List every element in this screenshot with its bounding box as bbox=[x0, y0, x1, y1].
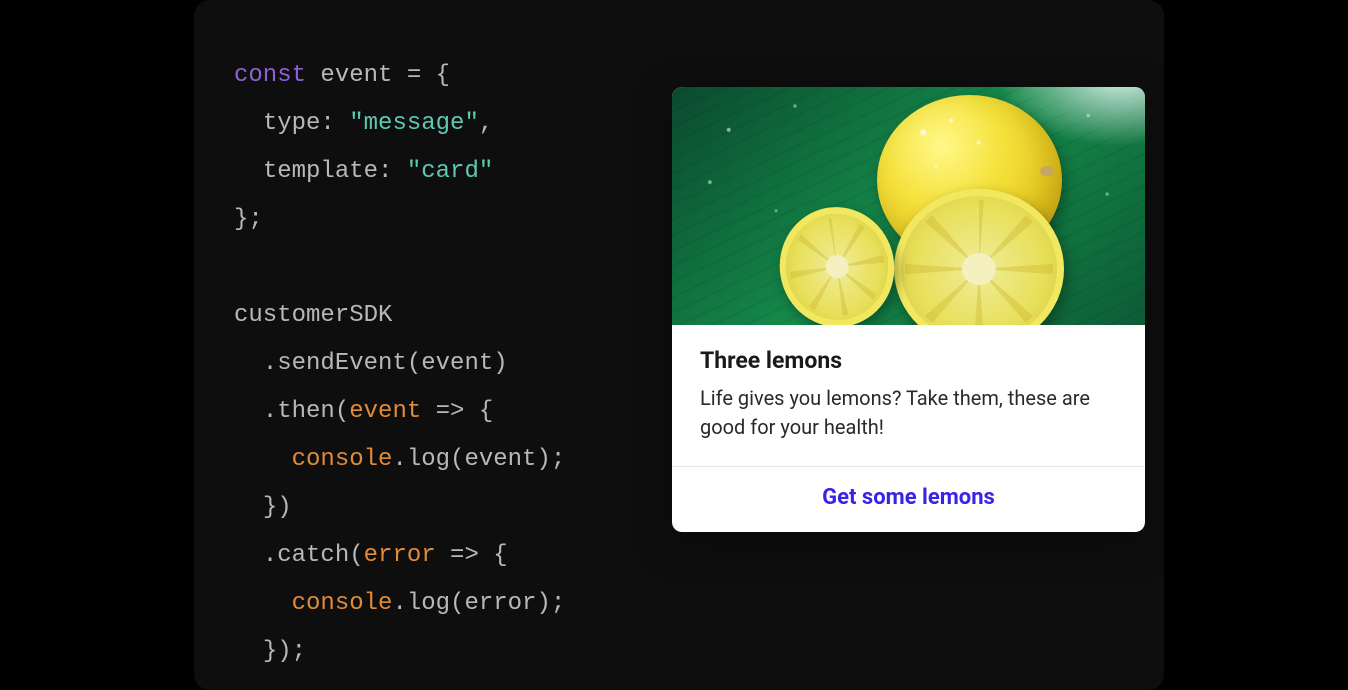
code-indent bbox=[234, 542, 263, 569]
code-indent bbox=[234, 158, 263, 185]
code-token-call: .catch( bbox=[263, 542, 364, 569]
card-cta-button[interactable]: Get some lemons bbox=[822, 485, 995, 510]
card-title: Three lemons bbox=[700, 347, 1117, 374]
code-indent bbox=[234, 494, 263, 521]
code-token-punct: }) bbox=[263, 494, 292, 521]
code-token-keyword: const bbox=[234, 62, 306, 89]
code-token-object: console bbox=[292, 590, 393, 617]
preview-card: Three lemons Life gives you lemons? Take… bbox=[672, 87, 1145, 532]
code-token-call: .log(event); bbox=[392, 446, 565, 473]
card-cta-area: Get some lemons bbox=[672, 467, 1145, 532]
code-token-prop: type: bbox=[263, 110, 349, 137]
card-body: Three lemons Life gives you lemons? Take… bbox=[672, 325, 1145, 466]
code-token-arrow: => { bbox=[421, 398, 493, 425]
code-token-punct: = { bbox=[407, 62, 450, 89]
code-indent bbox=[234, 398, 263, 425]
code-token-punct: , bbox=[479, 110, 493, 137]
code-token-identifier: customerSDK bbox=[234, 302, 392, 329]
code-token-string: "card" bbox=[407, 158, 493, 185]
card-image bbox=[672, 87, 1145, 325]
card-description: Life gives you lemons? Take them, these … bbox=[700, 384, 1117, 442]
code-indent bbox=[234, 350, 263, 377]
code-token-arrow: => { bbox=[436, 542, 508, 569]
code-token-call: .sendEvent(event) bbox=[263, 350, 508, 377]
code-token-prop: template: bbox=[263, 158, 407, 185]
code-indent bbox=[234, 446, 292, 473]
code-token-param: error bbox=[364, 542, 436, 569]
code-token-string: "message" bbox=[349, 110, 479, 137]
code-token-param: event bbox=[349, 398, 421, 425]
code-indent bbox=[234, 638, 263, 665]
code-token-variable: event bbox=[306, 62, 407, 89]
code-indent bbox=[234, 110, 263, 137]
code-token-call: .then( bbox=[263, 398, 349, 425]
code-token-punct: }); bbox=[263, 638, 306, 665]
code-indent bbox=[234, 590, 292, 617]
code-token-call: .log(error); bbox=[392, 590, 565, 617]
code-token-punct: }; bbox=[234, 206, 263, 233]
code-token-object: console bbox=[292, 446, 393, 473]
